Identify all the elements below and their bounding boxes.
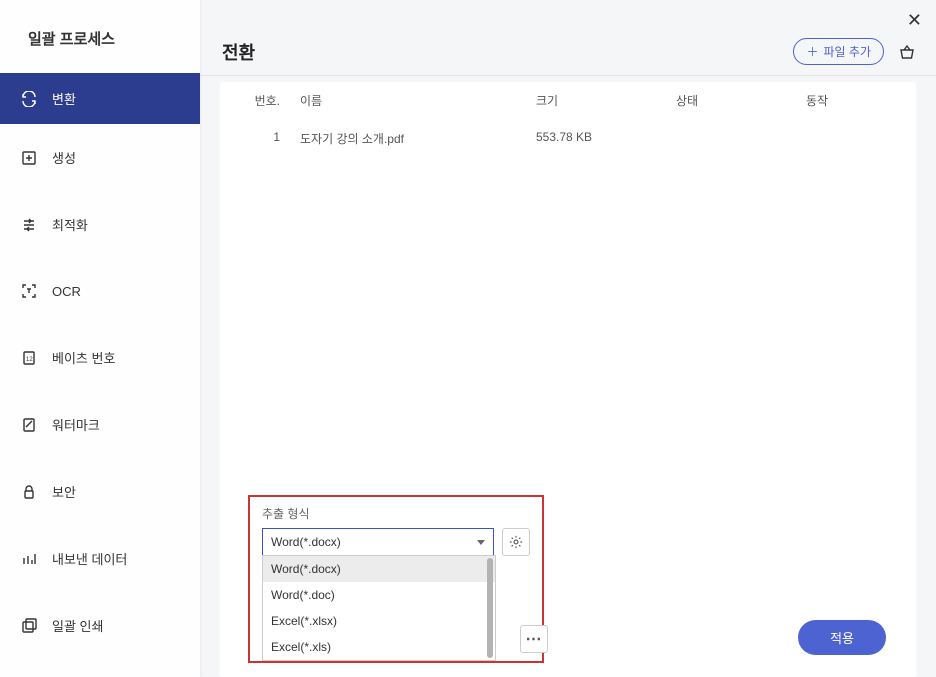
bottom-panel: 추출 형식 Word(*.docx) Word(*.docx) Word(*.d…: [220, 479, 916, 677]
table-row[interactable]: 1 도자기 강의 소개.pdf 553.78 KB: [220, 120, 916, 157]
cell-action: [806, 130, 896, 147]
dropdown-option[interactable]: Word(*.doc): [263, 582, 495, 608]
dropdown-option[interactable]: Word(*.docx): [263, 556, 495, 582]
cell-name: 도자기 강의 소개.pdf: [300, 130, 536, 147]
sidebar-item-watermark[interactable]: 워터마크: [0, 399, 200, 450]
chevron-down-icon: [477, 540, 485, 545]
col-header-action: 동작: [806, 92, 896, 109]
sidebar-item-label: OCR: [52, 284, 81, 299]
sidebar-item-optimize[interactable]: 최적화: [0, 199, 200, 250]
cell-no: 1: [240, 130, 300, 147]
sidebar-items: 변환 생성 최적화 OCR 12 베이츠 번호: [0, 73, 200, 659]
sidebar-item-export[interactable]: 내보낸 데이터: [0, 533, 200, 584]
gear-button[interactable]: [502, 528, 530, 556]
sidebar-title: 일괄 프로세스: [0, 0, 200, 73]
close-icon[interactable]: ✕: [907, 10, 922, 31]
sidebar-item-batch-print[interactable]: 일괄 인쇄: [0, 600, 200, 651]
sidebar-item-bates[interactable]: 12 베이츠 번호: [0, 332, 200, 383]
page-title: 전환: [222, 39, 255, 65]
lock-icon: [20, 483, 38, 501]
sidebar-item-create[interactable]: 생성: [0, 132, 200, 183]
sidebar-item-label: 일괄 인쇄: [52, 616, 103, 635]
print-icon: [20, 617, 38, 635]
sidebar-item-label: 보안: [52, 482, 76, 501]
ocr-icon: [20, 282, 38, 300]
sidebar-item-label: 최적화: [52, 215, 88, 234]
bates-icon: 12: [20, 349, 38, 367]
cell-size: 553.78 KB: [536, 130, 676, 147]
col-header-status: 상태: [676, 92, 806, 109]
format-row: Word(*.docx): [262, 528, 530, 556]
sidebar-item-label: 내보낸 데이터: [52, 549, 127, 568]
sidebar-item-label: 변환: [52, 89, 76, 108]
table-header: 번호. 이름 크기 상태 동작: [220, 82, 916, 120]
apply-button[interactable]: 적용: [798, 620, 886, 655]
ellipsis-icon: ⋯: [526, 629, 543, 649]
export-data-icon: [20, 550, 38, 568]
create-icon: [20, 149, 38, 167]
sidebar: 일괄 프로세스 변환 생성 최적화 OCR: [0, 0, 200, 677]
sidebar-item-label: 생성: [52, 148, 76, 167]
format-label: 추출 형식: [262, 505, 530, 522]
main-panel: ✕ 전환 ＋ 파일 추가 번호. 이름 크기 상태 동작 1 도자기 강의 소개…: [200, 0, 936, 677]
more-button[interactable]: ⋯: [520, 625, 548, 653]
col-header-no: 번호.: [240, 92, 300, 109]
header-actions: ＋ 파일 추가: [793, 38, 916, 65]
basket-icon[interactable]: [898, 43, 916, 61]
col-header-size: 크기: [536, 92, 676, 109]
dropdown-option[interactable]: Excel(*.xls): [263, 634, 495, 660]
sidebar-item-convert[interactable]: 변환: [0, 73, 200, 124]
sidebar-item-ocr[interactable]: OCR: [0, 266, 200, 316]
header: 전환 ＋ 파일 추가: [200, 0, 936, 75]
sidebar-item-label: 베이츠 번호: [52, 348, 115, 367]
add-file-button[interactable]: ＋ 파일 추가: [793, 38, 884, 65]
watermark-icon: [20, 416, 38, 434]
format-select[interactable]: Word(*.docx): [262, 528, 494, 556]
sidebar-item-label: 워터마크: [52, 415, 100, 434]
sidebar-item-security[interactable]: 보안: [0, 466, 200, 517]
file-table: 번호. 이름 크기 상태 동작 1 도자기 강의 소개.pdf 553.78 K…: [220, 82, 916, 677]
format-dropdown: Word(*.docx) Word(*.doc) Excel(*.xlsx) E…: [262, 555, 496, 661]
format-box: 추출 형식 Word(*.docx) Word(*.docx) Word(*.d…: [248, 495, 544, 663]
divider: [200, 75, 936, 76]
plus-icon: ＋: [806, 43, 818, 60]
optimize-icon: [20, 216, 38, 234]
cell-status: [676, 130, 806, 147]
dropdown-option[interactable]: Excel(*.xlsx): [263, 608, 495, 634]
gear-icon: [509, 535, 523, 549]
convert-icon: [20, 90, 38, 108]
format-select-value: Word(*.docx): [271, 535, 341, 549]
add-file-label: 파일 추가: [824, 43, 872, 60]
col-header-name: 이름: [300, 92, 536, 109]
svg-text:12: 12: [26, 357, 33, 363]
scrollbar[interactable]: [487, 558, 493, 658]
